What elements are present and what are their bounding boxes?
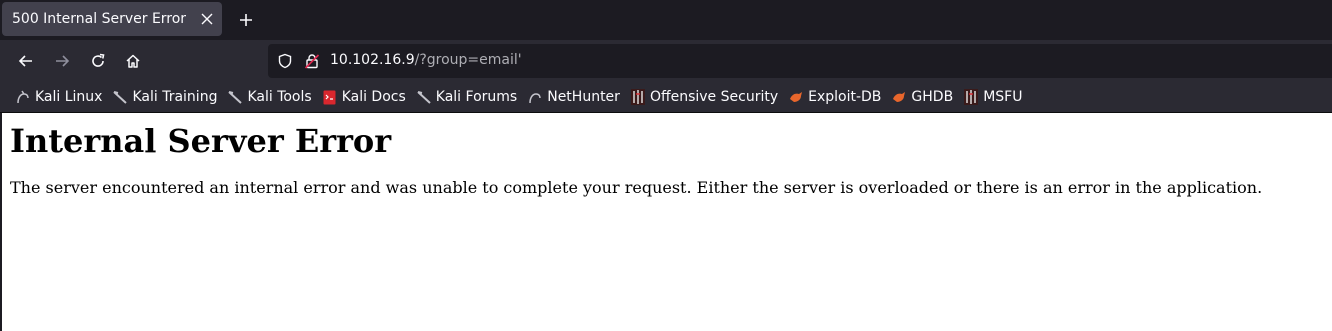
bookmark-kali-tools[interactable]: Kali Tools	[228, 89, 312, 105]
bookmark-kali-linux[interactable]: Kali Linux	[16, 89, 102, 105]
error-heading: Internal Server Error	[10, 122, 392, 160]
close-tab-icon[interactable]	[194, 6, 220, 32]
reload-button[interactable]	[82, 45, 114, 77]
back-button[interactable]	[10, 45, 42, 77]
bookmark-label: Exploit-DB	[808, 89, 882, 105]
bookmark-kali-training[interactable]: Kali Training	[113, 89, 217, 105]
kali-dragon-icon	[16, 89, 30, 105]
exploitdb-icon	[789, 89, 803, 105]
nethunter-icon	[528, 89, 542, 105]
tab-strip: 500 Internal Server Error	[0, 0, 1332, 40]
navigation-toolbar: 10.102.16.9/?group=email'	[0, 40, 1332, 82]
exploitdb-icon	[892, 89, 906, 105]
forward-button[interactable]	[46, 45, 78, 77]
home-button[interactable]	[117, 45, 149, 77]
bookmark-label: Kali Tools	[247, 89, 312, 105]
bookmark-label: Kali Forums	[435, 89, 518, 105]
offsec-icon	[964, 89, 979, 105]
bookmark-label: Kali Docs	[341, 89, 406, 105]
bookmark-label: Kali Training	[132, 89, 218, 105]
bookmark-label: NetHunter	[547, 89, 620, 105]
home-icon	[126, 54, 140, 68]
bookmark-label: Kali Linux	[35, 89, 103, 105]
bookmarks-toolbar: Kali Linux Kali Training Kali Tools Kali…	[0, 82, 1332, 113]
url-path: /?group=email'	[414, 52, 522, 68]
url-host: 10.102.16.9	[330, 52, 415, 68]
bookmark-msfu[interactable]: MSFU	[964, 89, 1022, 105]
bookmark-kali-docs[interactable]: Kali Docs	[323, 89, 406, 105]
bookmark-nethunter[interactable]: NetHunter	[528, 89, 620, 105]
kali-dragon-icon	[113, 89, 128, 105]
kali-docs-icon	[323, 89, 337, 105]
offsec-icon	[630, 89, 645, 105]
url-bar[interactable]: 10.102.16.9/?group=email'	[268, 44, 1332, 78]
bookmark-offensive-security[interactable]: Offensive Security	[630, 89, 779, 105]
active-tab[interactable]: 500 Internal Server Error	[2, 2, 222, 36]
kali-dragon-icon	[228, 89, 243, 105]
page-content: Internal Server Error The server encount…	[0, 113, 1332, 331]
reload-icon	[92, 53, 105, 67]
plus-icon	[240, 14, 252, 26]
tab-title: 500 Internal Server Error	[12, 11, 187, 27]
insecure-lock-icon[interactable]	[303, 52, 321, 70]
browser-chrome: 500 Internal Server Error 10.102.16.9/?g…	[0, 0, 1332, 113]
error-message: The server encountered an internal error…	[10, 178, 1263, 197]
bookmark-label: MSFU	[983, 89, 1023, 105]
bookmark-exploit-db[interactable]: Exploit-DB	[789, 89, 881, 105]
tracking-protection-shield-icon[interactable]	[276, 52, 294, 70]
bookmark-label: GHDB	[911, 89, 954, 105]
kali-dragon-icon	[417, 89, 431, 105]
bookmark-ghdb[interactable]: GHDB	[892, 89, 953, 105]
forward-arrow-icon	[56, 55, 70, 67]
url-text[interactable]: 10.102.16.9/?group=email'	[330, 52, 522, 68]
bookmark-label: Offensive Security	[649, 89, 779, 105]
bookmark-kali-forums[interactable]: Kali Forums	[417, 89, 517, 105]
back-arrow-icon	[18, 55, 32, 67]
new-tab-button[interactable]	[232, 6, 260, 34]
